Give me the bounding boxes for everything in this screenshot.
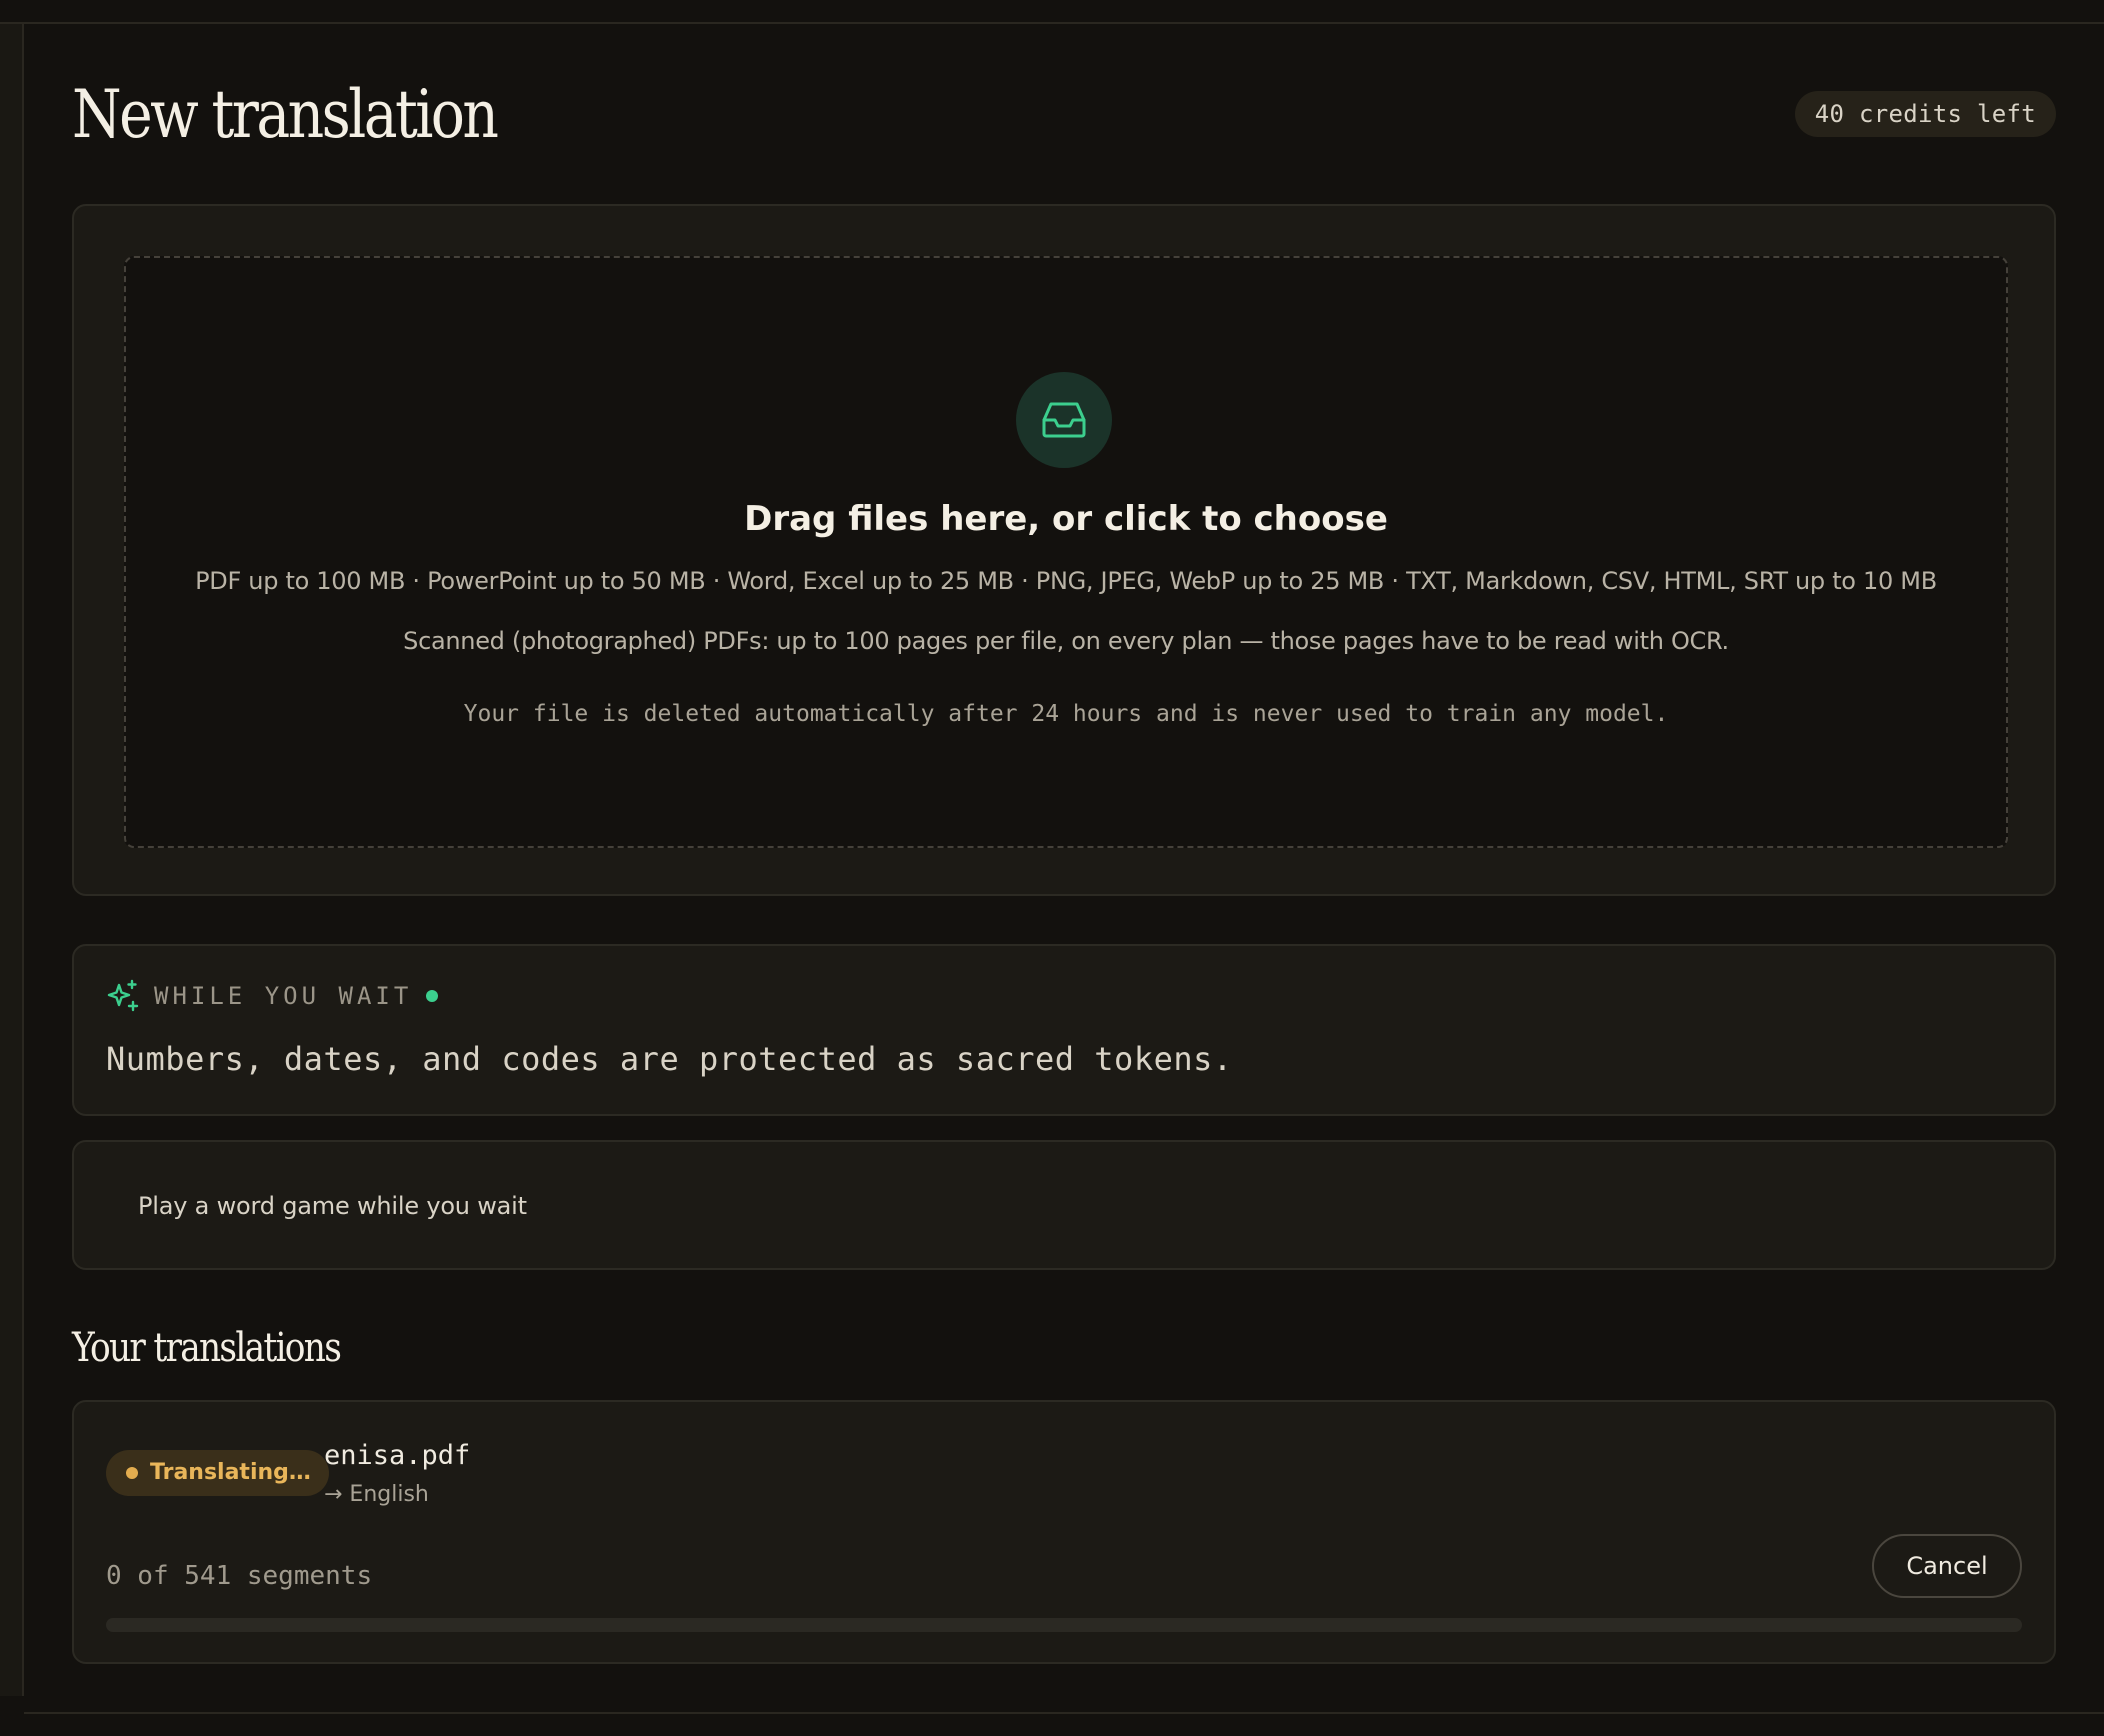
upload-card: Drag files here, or click to choose PDF … <box>72 204 2056 896</box>
status-text: Translating… <box>150 1460 311 1485</box>
sparkle-icon <box>107 979 139 1012</box>
window-bottom-bar <box>24 1712 2104 1736</box>
word-game-label: Play a word game while you wait <box>138 1192 527 1220</box>
file-name: enisa.pdf <box>324 1440 471 1471</box>
sidebar-edge <box>0 24 24 1696</box>
status-dot <box>126 1467 138 1479</box>
credits-badge: 40 credits left <box>1794 91 2056 137</box>
wait-label-row: WHILE YOU WAIT <box>106 976 439 1016</box>
page-title: New translation <box>72 76 499 153</box>
window-top-bar <box>0 0 2104 24</box>
supported-formats: PDF up to 100 MB · PowerPoint up to 50 M… <box>195 567 1937 595</box>
wait-tip: Numbers, dates, and codes are protected … <box>106 1040 1233 1078</box>
word-game-card[interactable]: Play a word game while you wait <box>72 1140 2056 1270</box>
while-you-wait-card: WHILE YOU WAIT Numbers, dates, and codes… <box>72 944 2056 1116</box>
live-indicator-dot <box>426 990 439 1002</box>
file-dropzone[interactable]: Drag files here, or click to choose PDF … <box>124 256 2008 848</box>
privacy-note: Your file is deleted automatically after… <box>463 701 1669 727</box>
translation-job-card: Translating… enisa.pdf → English 0 of 54… <box>72 1400 2056 1664</box>
status-badge: Translating… <box>106 1450 329 1496</box>
progress-bar <box>106 1618 2022 1632</box>
inbox-icon <box>1016 372 1112 468</box>
translations-section-title: Your translations <box>72 1325 342 1371</box>
cancel-button[interactable]: Cancel <box>1872 1534 2022 1598</box>
dropzone-title: Drag files here, or click to choose <box>744 499 1388 539</box>
page-header: New translation 40 credits left <box>72 70 2056 160</box>
ocr-note: Scanned (photographed) PDFs: up to 100 p… <box>403 627 1729 655</box>
target-language: → English <box>324 1482 429 1507</box>
progress-text: 0 of 541 segments <box>106 1561 373 1591</box>
wait-label: WHILE YOU WAIT <box>154 982 413 1010</box>
